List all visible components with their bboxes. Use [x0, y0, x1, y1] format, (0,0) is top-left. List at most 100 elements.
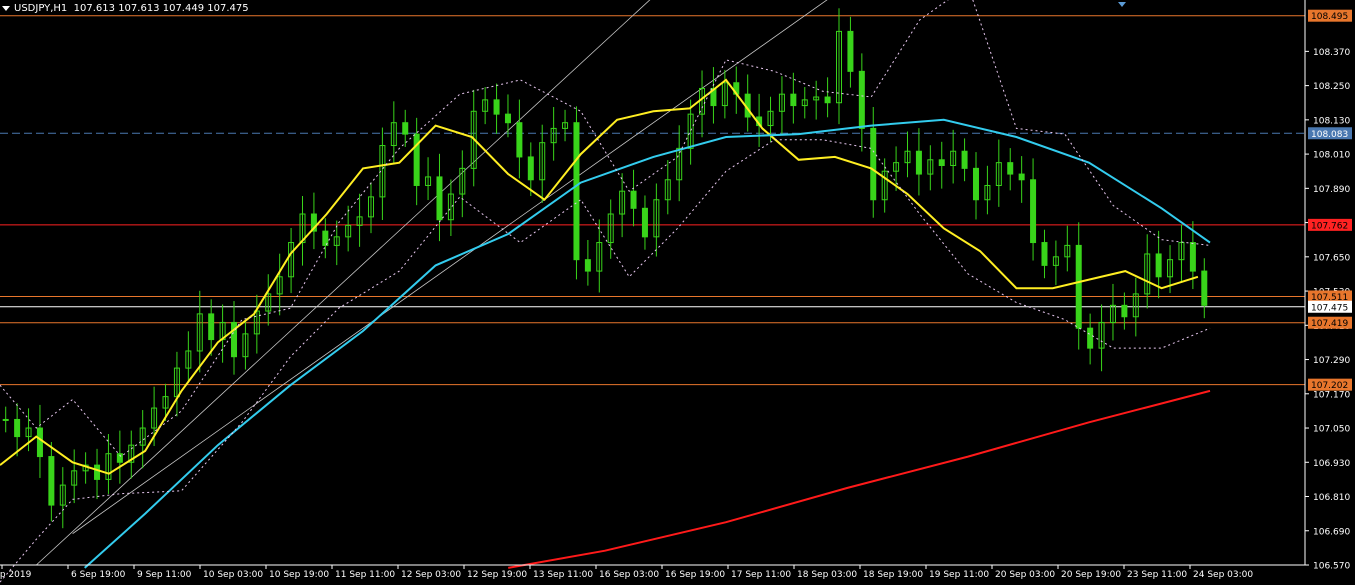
candle-body — [915, 150, 922, 175]
candle-body — [972, 167, 979, 201]
candle-body — [208, 313, 215, 341]
x-tick-label: 17 Sep 11:00 — [731, 570, 791, 580]
y-tick-label: 106.570 — [1313, 562, 1350, 572]
candle-body — [1041, 242, 1048, 266]
candle — [173, 351, 180, 417]
candle — [516, 99, 523, 179]
indicator-line-1 — [84, 118, 1211, 569]
candle — [413, 117, 420, 206]
candle-body — [1189, 242, 1196, 272]
price-label-text: 107.475 — [1311, 303, 1348, 313]
candle — [1030, 158, 1037, 261]
candle — [573, 106, 580, 280]
candle-body — [36, 427, 43, 458]
candle — [778, 76, 785, 135]
candle-body — [858, 70, 865, 129]
candle — [2, 406, 9, 433]
candle — [539, 124, 546, 203]
x-tick-label: 16 Sep 19:00 — [665, 570, 725, 580]
candle-body — [630, 190, 637, 209]
x-tick-label: 10 Sep 19:00 — [269, 570, 329, 580]
candle — [881, 158, 888, 213]
candle-body — [1121, 304, 1128, 318]
candle — [1075, 222, 1082, 350]
candle — [459, 150, 466, 218]
candle — [824, 77, 831, 118]
candle-body — [573, 122, 580, 261]
trendlines — [36, 0, 828, 566]
candle-body — [870, 127, 877, 201]
candle-body — [938, 159, 945, 167]
y-tick-label: 108.130 — [1313, 116, 1350, 126]
candle — [231, 301, 238, 375]
candle — [1007, 148, 1014, 191]
candle — [94, 448, 101, 500]
price-label-text: 108.495 — [1311, 12, 1348, 22]
y-tick-label: 106.810 — [1313, 493, 1350, 503]
candle-body — [402, 122, 409, 135]
y-tick-label: 108.250 — [1313, 82, 1350, 92]
y-tick-label: 107.890 — [1313, 185, 1350, 195]
candle — [367, 182, 374, 234]
candle — [1178, 224, 1185, 283]
candle — [48, 442, 55, 522]
horizontal-lines — [0, 15, 1305, 386]
y-tick-label: 107.170 — [1313, 390, 1350, 400]
candle — [938, 141, 945, 189]
candle-body — [1155, 253, 1162, 278]
candle — [59, 467, 66, 529]
candles — [2, 8, 1208, 529]
candle — [1121, 292, 1128, 330]
price-label-text: 107.419 — [1311, 319, 1348, 329]
candle — [482, 87, 489, 125]
candle — [128, 430, 135, 479]
candle — [105, 434, 112, 494]
candle — [253, 294, 260, 354]
candle-body — [516, 122, 523, 158]
indicator-series — [0, 0, 1211, 583]
price-labels: 108.495108.083107.762107.511107.475107.4… — [1308, 9, 1352, 391]
indicator-line-4 — [0, 139, 1211, 583]
candle — [584, 239, 591, 286]
candle — [744, 74, 751, 132]
candle — [836, 8, 843, 125]
candle — [813, 80, 820, 120]
candle-body — [2, 418, 9, 421]
candle — [721, 69, 728, 119]
candle-body — [1018, 173, 1025, 181]
candle-body — [790, 93, 797, 107]
price-label-1: 108.083 — [1308, 127, 1352, 140]
y-tick-label: 106.930 — [1313, 459, 1350, 469]
x-tick-label: 12 Sep 19:00 — [467, 570, 527, 580]
candle — [345, 205, 352, 252]
candle — [310, 192, 317, 250]
candle — [664, 160, 671, 215]
price-chart[interactable]: 108.370 108.250 108.130 108.010 107.890 107.7… — [0, 0, 1355, 585]
candle — [1052, 240, 1059, 286]
indicator-line-2 — [508, 389, 1211, 569]
y-tick-label: 106.690 — [1313, 527, 1350, 537]
trendline-0 — [36, 0, 651, 566]
x-tick-label: 20 Sep 03:00 — [995, 570, 1055, 580]
candle — [219, 304, 226, 363]
candle — [1064, 225, 1071, 272]
y-tick-label: 107.290 — [1313, 356, 1350, 366]
candle — [185, 331, 192, 383]
candle — [915, 128, 922, 196]
x-tick-label: 6 Sep 19:00 — [71, 570, 126, 580]
candle — [1144, 234, 1151, 309]
candle-body — [94, 464, 101, 480]
candle-body — [48, 456, 55, 506]
price-label-4: 107.475 — [1308, 300, 1352, 313]
candle — [641, 195, 648, 250]
x-tick-label: 16 Sep 03:00 — [599, 570, 659, 580]
candle — [904, 131, 911, 178]
candle — [276, 253, 283, 316]
candle-body — [436, 176, 443, 221]
candle — [562, 109, 569, 142]
candle-body — [1075, 244, 1082, 329]
price-label-6: 107.202 — [1308, 378, 1352, 391]
price-label-text: 107.762 — [1311, 221, 1348, 231]
x-tick-label: 19 Sep 11:00 — [929, 570, 989, 580]
candle — [699, 70, 706, 138]
